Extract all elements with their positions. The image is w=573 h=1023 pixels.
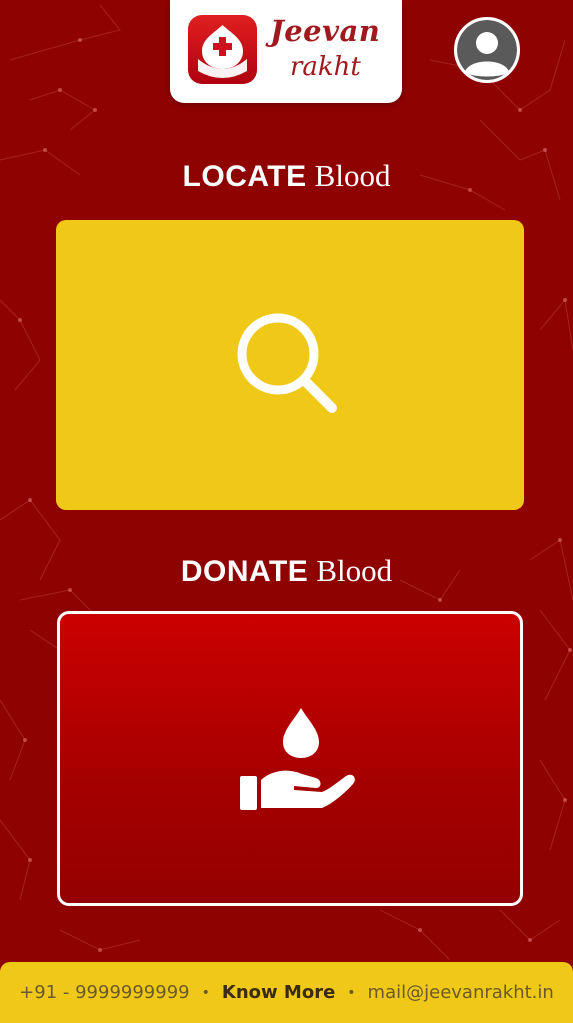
logo-wordmark-top: Jeevan [270, 14, 381, 48]
user-avatar-icon [457, 20, 517, 80]
footer-bar: +91 - 9999999999 • Know More • mail@jeev… [0, 962, 573, 1023]
footer-separator: • [347, 984, 356, 1001]
locate-heading-strong: LOCATE [182, 160, 307, 193]
blood-drop-cross-icon [188, 15, 257, 84]
donate-blood-button[interactable] [57, 611, 523, 906]
locate-blood-heading: LOCATE Blood [0, 158, 573, 194]
footer-separator: • [201, 984, 210, 1001]
donate-heading-strong: DONATE [180, 555, 309, 588]
logo-wordmark-bottom: rakht [290, 52, 361, 82]
hand-blood-drop-icon [240, 708, 355, 810]
footer-phone-link[interactable]: +91 - 9999999999 [19, 982, 189, 1003]
donate-heading-soft: Blood [316, 553, 393, 588]
app-logo[interactable]: Jeevan rakht [170, 0, 402, 103]
search-icon [237, 313, 337, 413]
locate-heading-soft: Blood [314, 158, 391, 193]
profile-avatar-button[interactable] [454, 17, 520, 83]
locate-blood-button[interactable] [56, 220, 524, 510]
footer-email-link[interactable]: mail@jeevanrakht.in [368, 982, 554, 1003]
donate-blood-heading: DONATE Blood [0, 553, 573, 589]
know-more-link[interactable]: Know More [222, 982, 335, 1003]
